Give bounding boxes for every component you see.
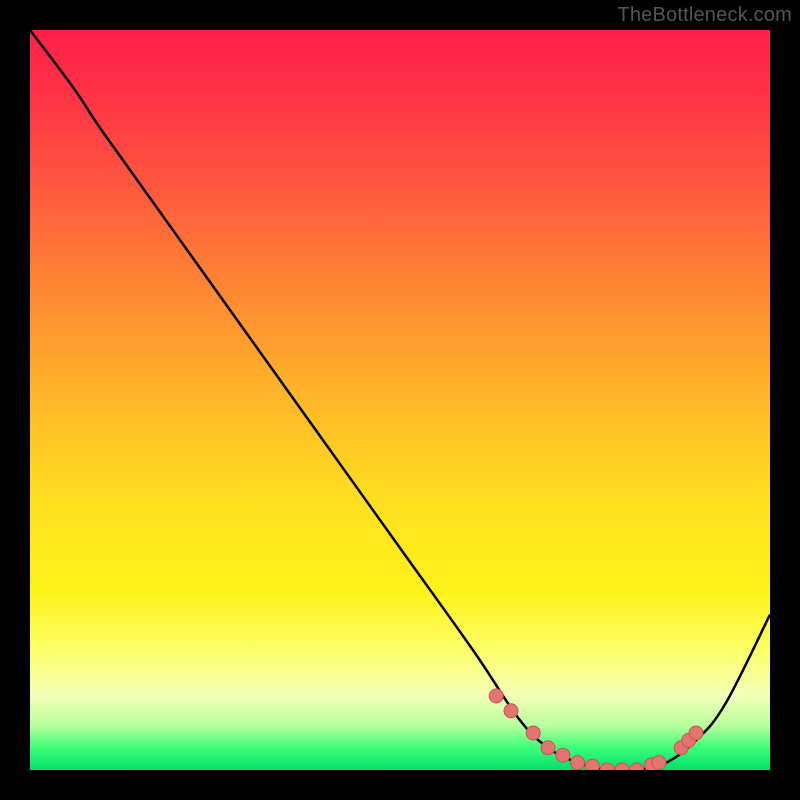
marker-point xyxy=(630,763,644,770)
marker-point xyxy=(526,726,540,740)
bottleneck-curve xyxy=(30,30,770,770)
plot-area xyxy=(30,30,770,770)
marker-point xyxy=(541,741,555,755)
marker-point xyxy=(615,763,629,770)
chart-svg xyxy=(30,30,770,770)
chart-frame: TheBottleneck.com xyxy=(0,0,800,800)
marker-point xyxy=(504,704,518,718)
watermark-text: TheBottleneck.com xyxy=(617,4,792,27)
marker-point xyxy=(600,763,614,770)
marker-point xyxy=(689,726,703,740)
marker-point xyxy=(585,759,599,770)
marker-point xyxy=(489,689,503,703)
marker-group xyxy=(489,689,703,770)
marker-point xyxy=(571,756,585,770)
marker-point xyxy=(556,748,570,762)
marker-point xyxy=(652,756,666,770)
